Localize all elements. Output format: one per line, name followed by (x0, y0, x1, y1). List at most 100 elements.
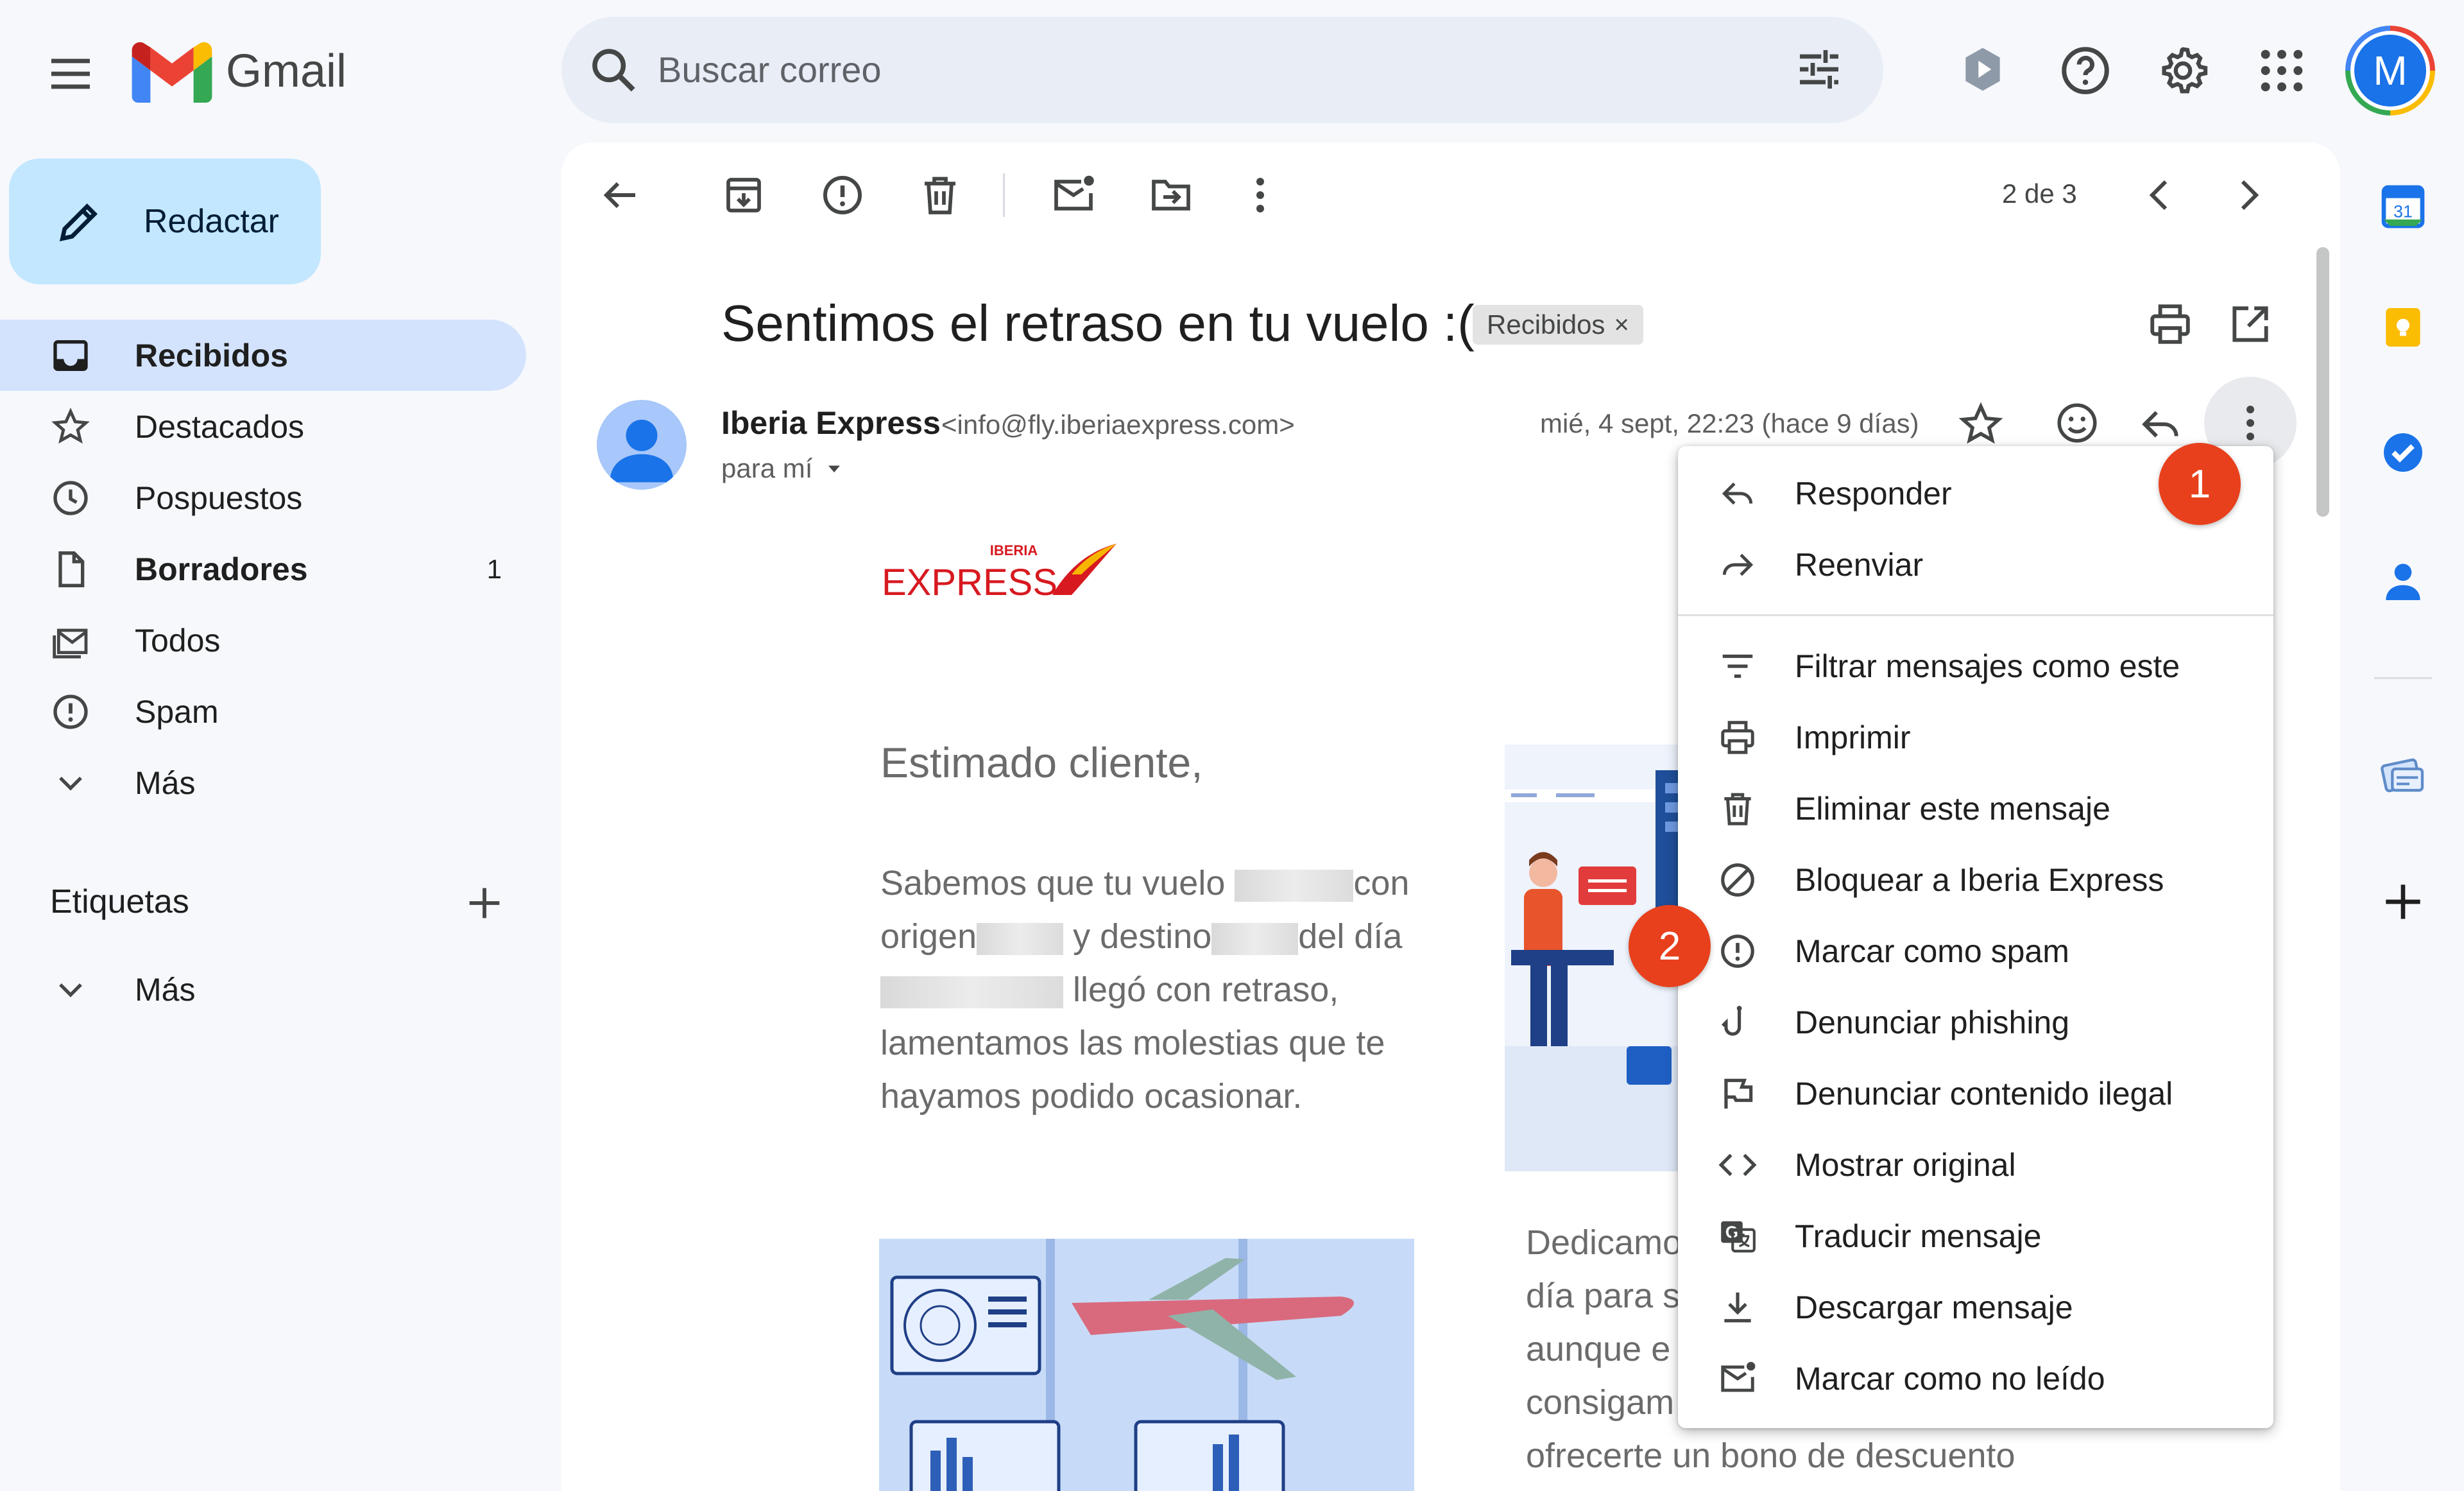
contacts-icon[interactable] (2377, 555, 2429, 607)
menu-item-label: Reenviar (1795, 547, 1924, 583)
sidebar-item-snoozed[interactable]: Pospuestos (0, 462, 526, 533)
menu-item-report-spam[interactable]: Marcar como spam (1678, 917, 2273, 986)
menu-item-report-illegal[interactable]: Denunciar contenido ilegal (1678, 1059, 2273, 1128)
chevron-left-icon[interactable] (2137, 172, 2183, 218)
redacted-flight (1235, 869, 1354, 902)
clock-icon (50, 478, 91, 519)
calendar-day: 31 (2393, 202, 2413, 221)
search-icon[interactable] (587, 44, 640, 96)
flag-icon (1718, 1074, 1758, 1114)
menu-item-block[interactable]: Bloquear a Iberia Express (1678, 845, 2273, 915)
labels-more[interactable]: Más (0, 954, 526, 1025)
forward-icon (1718, 545, 1758, 585)
tasks-icon[interactable] (2377, 427, 2429, 478)
sidebar-item-more[interactable]: Más (0, 747, 526, 818)
logo-small-text: IBERIA (990, 542, 1038, 558)
menu-item-translate[interactable]: G Traducir mensaje (1678, 1202, 2273, 1271)
help-icon[interactable] (2058, 44, 2112, 98)
print-all-icon[interactable] (2146, 300, 2194, 348)
menu-item-show-original[interactable]: Mostrar original (1678, 1130, 2273, 1200)
sender-email: <info@fly.iberiaexpress.com> (941, 409, 1295, 440)
inbox-icon (50, 335, 91, 376)
sidebar-item-label: Borradores (135, 551, 308, 587)
spam-icon (1718, 931, 1758, 971)
add-label-icon[interactable] (462, 881, 507, 926)
account-avatar[interactable]: M (2345, 26, 2435, 116)
menu-item-label: Filtrar mensajes como este (1795, 648, 2180, 684)
more-vert-icon[interactable] (1237, 172, 1283, 218)
chevron-right-icon[interactable] (2225, 172, 2272, 218)
star-icon[interactable] (1957, 401, 2005, 448)
gemini-icon[interactable] (1957, 44, 2008, 95)
menu-item-label: Descargar mensaje (1795, 1289, 2073, 1325)
move-to-icon[interactable] (1148, 172, 1194, 218)
phishing-hook-icon (1718, 1003, 1758, 1042)
airport-departures-illustration (879, 1239, 1414, 1491)
archive-icon[interactable] (721, 172, 767, 218)
scrollbar[interactable] (2316, 247, 2329, 517)
side-panel-divider (2374, 677, 2432, 679)
message-subject: Sentimos el retraso en tu vuelo :( (721, 295, 1475, 352)
menu-item-print[interactable]: Imprimir (1678, 703, 2273, 772)
sidebar-item-label: Más (135, 764, 196, 801)
menu-item-label: Responder (1795, 476, 1952, 512)
keep-notes-icon[interactable] (2377, 302, 2429, 353)
emoji-reaction-icon[interactable] (2053, 399, 2101, 447)
compose-button[interactable]: Redactar (9, 159, 321, 284)
menu-item-report-phishing[interactable]: Denunciar phishing (1678, 988, 2273, 1057)
menu-item-label: Eliminar este mensaje (1795, 791, 2110, 827)
menu-item-forward[interactable]: Reenviar (1678, 530, 2273, 599)
sidebar-item-spam[interactable]: Spam (0, 676, 526, 747)
redacted-date (880, 976, 1063, 1008)
menu-item-mark-unread[interactable]: Marcar como no leído (1678, 1344, 2273, 1413)
sidebar-item-starred[interactable]: Destacados (0, 391, 526, 462)
reply-icon (1718, 474, 1758, 513)
menu-item-label: Denunciar contenido ilegal (1795, 1076, 2173, 1112)
calendar-icon[interactable]: 31 (2377, 181, 2429, 232)
search-options-icon[interactable] (1790, 44, 1848, 95)
remove-label-icon[interactable]: × (1614, 311, 1629, 340)
sidebar-item-inbox[interactable]: Recibidos (0, 320, 526, 391)
menu-item-delete[interactable]: Eliminar este mensaje (1678, 774, 2273, 843)
recipient-text: para mí (721, 453, 813, 483)
body-text-segment: hayamos podido ocasionar. (880, 1077, 1303, 1116)
logo-big-text: EXPRESS (882, 562, 1057, 600)
back-arrow-icon[interactable] (597, 172, 643, 218)
code-icon (1718, 1145, 1758, 1185)
body-text-segment: con (1353, 864, 1410, 902)
filter-icon (1718, 646, 1758, 686)
menu-item-label: Imprimir (1795, 720, 1911, 755)
main-menu-icon[interactable] (45, 48, 96, 99)
sidebar-item-drafts[interactable]: Borradores 1 (0, 533, 526, 605)
addon-icon[interactable] (2377, 750, 2429, 801)
star-icon (50, 406, 91, 447)
caret-down-icon[interactable] (823, 457, 846, 480)
menu-item-filter[interactable]: Filtrar mensajes como este (1678, 632, 2273, 701)
download-icon (1718, 1288, 1758, 1327)
delete-icon[interactable] (917, 172, 963, 218)
print-icon (1718, 718, 1758, 757)
search-input[interactable] (658, 40, 1749, 99)
label-chip[interactable]: Recibidos × (1473, 305, 1643, 345)
menu-item-download[interactable]: Descargar mensaje (1678, 1273, 2273, 1342)
sidebar-item-all-mail[interactable]: Todos (0, 605, 526, 676)
chevron-down-icon (50, 969, 91, 1010)
open-in-new-window-icon[interactable] (2227, 300, 2274, 348)
menu-divider (1678, 614, 2273, 616)
gmail-logo-icon[interactable] (132, 41, 212, 103)
sender-avatar[interactable] (597, 400, 687, 490)
app-name: Gmail (226, 46, 347, 97)
report-spam-icon[interactable] (819, 172, 866, 218)
body-text-segment: lamentamos las molestias que te (880, 1024, 1385, 1062)
reply-icon[interactable] (2137, 401, 2184, 448)
mark-unread-icon[interactable] (1050, 172, 1097, 218)
settings-gear-icon[interactable] (2156, 44, 2210, 98)
get-addons-plus-icon[interactable] (2377, 876, 2429, 927)
body-text-segment: y destino (1073, 917, 1212, 956)
step-badge-1: 1 (2159, 443, 2241, 525)
sidebar-item-label: Destacados (135, 408, 305, 445)
translate-icon: G (1718, 1216, 1758, 1256)
labels-heading: Etiquetas (50, 883, 189, 920)
apps-grid-icon[interactable] (2257, 46, 2306, 95)
pencil-icon (54, 196, 105, 247)
